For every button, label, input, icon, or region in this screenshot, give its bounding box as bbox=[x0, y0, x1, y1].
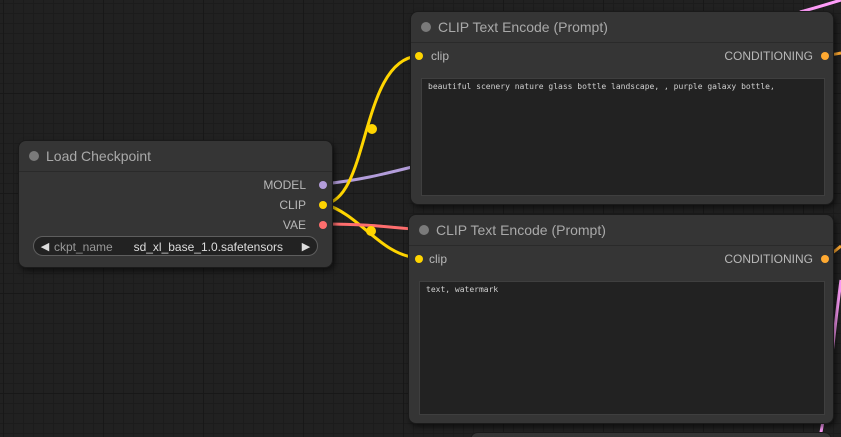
clip-output-dot-icon[interactable] bbox=[319, 201, 327, 209]
clip-encode-positive-title: CLIP Text Encode (Prompt) bbox=[438, 19, 608, 35]
input-label-clip: clip bbox=[431, 49, 450, 63]
clip-input-dot-icon[interactable] bbox=[415, 52, 423, 60]
output-slot-model[interactable]: MODEL bbox=[263, 176, 306, 194]
input-slot-clip[interactable]: clip bbox=[431, 47, 449, 65]
output-label-model: MODEL bbox=[263, 178, 306, 192]
model-output-dot-icon[interactable] bbox=[319, 181, 327, 189]
node-graph-canvas[interactable]: Load Checkpoint MODEL CLIP VAE ◀ ckpt_na… bbox=[0, 0, 841, 437]
output-label-vae: VAE bbox=[282, 218, 306, 232]
input-slot-clip[interactable]: clip bbox=[429, 250, 447, 268]
output-slot-vae[interactable]: VAE bbox=[283, 216, 306, 234]
clip-wire-positive-midpoint[interactable] bbox=[367, 124, 377, 134]
output-slot-conditioning[interactable]: CONDITIONING bbox=[724, 250, 813, 268]
output-slot-clip[interactable]: CLIP bbox=[279, 196, 306, 214]
input-label-clip: clip bbox=[429, 252, 448, 266]
model-wire[interactable] bbox=[323, 165, 413, 186]
offscreen-node[interactable] bbox=[470, 432, 832, 437]
positive-prompt-textarea[interactable]: beautiful scenery nature glass bottle la… bbox=[421, 78, 825, 196]
output-slot-conditioning[interactable]: CONDITIONING bbox=[724, 47, 813, 65]
collapse-dot-icon[interactable] bbox=[29, 151, 39, 161]
load-checkpoint-title-bar[interactable]: Load Checkpoint bbox=[19, 141, 332, 172]
negative-prompt-textarea[interactable]: text, watermark bbox=[419, 281, 825, 415]
load-checkpoint-node[interactable]: Load Checkpoint MODEL CLIP VAE ◀ ckpt_na… bbox=[18, 140, 333, 268]
load-checkpoint-title: Load Checkpoint bbox=[46, 148, 152, 164]
clip-encode-negative-title-bar[interactable]: CLIP Text Encode (Prompt) bbox=[409, 215, 833, 246]
conditioning-output-dot-icon[interactable] bbox=[821, 255, 829, 263]
clip-encode-negative-title: CLIP Text Encode (Prompt) bbox=[436, 222, 606, 238]
combo-value: sd_xl_base_1.0.safetensors bbox=[133, 240, 283, 254]
output-label-clip: CLIP bbox=[279, 198, 306, 212]
output-label-conditioning: CONDITIONING bbox=[724, 49, 813, 63]
combo-next-arrow-icon[interactable]: ▶ bbox=[299, 237, 313, 257]
ckpt-name-combo[interactable]: ◀ ckpt_name sd_xl_base_1.0.safetensors ▶ bbox=[33, 236, 318, 256]
clip-input-dot-icon[interactable] bbox=[415, 255, 423, 263]
collapse-dot-icon[interactable] bbox=[421, 22, 431, 32]
clip-wire-negative-midpoint[interactable] bbox=[366, 226, 376, 236]
clip-text-encode-positive-node[interactable]: CLIP Text Encode (Prompt) clip CONDITION… bbox=[410, 11, 834, 205]
combo-prev-arrow-icon[interactable]: ◀ bbox=[38, 237, 52, 257]
conditioning-output-dot-icon[interactable] bbox=[821, 52, 829, 60]
output-label-conditioning: CONDITIONING bbox=[724, 252, 813, 266]
vae-output-dot-icon[interactable] bbox=[319, 221, 327, 229]
combo-label: ckpt_name bbox=[54, 240, 113, 254]
collapse-dot-icon[interactable] bbox=[419, 225, 429, 235]
clip-encode-positive-title-bar[interactable]: CLIP Text Encode (Prompt) bbox=[411, 12, 833, 43]
clip-text-encode-negative-node[interactable]: CLIP Text Encode (Prompt) clip CONDITION… bbox=[408, 214, 834, 424]
